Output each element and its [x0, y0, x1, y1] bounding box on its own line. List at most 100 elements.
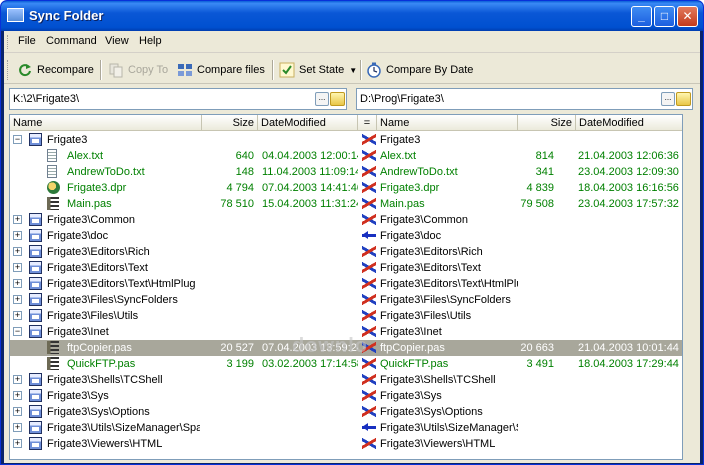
arrow-left-icon[interactable]: [362, 229, 376, 242]
title-bar[interactable]: Sync Folder _ □ ✕: [1, 1, 703, 31]
menu-file[interactable]: File: [18, 35, 36, 47]
folder-compare-icon: [29, 373, 42, 386]
table-row[interactable]: + Frigate3\Utils\SizeManager\Spa Frigate3\…: [10, 420, 682, 436]
menu-command[interactable]: Command: [46, 35, 97, 47]
sync-swap-icon[interactable]: [362, 389, 376, 402]
sync-swap-icon[interactable]: [362, 405, 376, 418]
table-row[interactable]: + Frigate3\Common Frigate3\Common: [10, 212, 682, 228]
sync-swap-icon[interactable]: [362, 309, 376, 322]
column-header-right-date[interactable]: DateModified: [576, 115, 682, 131]
sync-swap-icon[interactable]: [362, 261, 376, 274]
left-path-input[interactable]: K:\2\Frigate3\ ...: [9, 88, 347, 110]
table-row[interactable]: + Frigate3\Viewers\HTML Frigate3\Viewers\H…: [10, 436, 682, 452]
left-date: [262, 294, 358, 307]
sync-swap-icon[interactable]: [362, 357, 376, 370]
comparison-grid[interactable]: Name Size DateModified = Name Size DateM…: [9, 114, 683, 460]
expand-icon[interactable]: +: [13, 391, 22, 400]
right-browse-button[interactable]: ...: [661, 92, 675, 106]
client-area: File Command View Help Recompare Copy To: [4, 31, 700, 463]
maximize-button[interactable]: □: [654, 6, 675, 27]
expand-icon[interactable]: +: [13, 263, 22, 272]
left-size: 640: [235, 150, 254, 162]
sync-swap-icon[interactable]: [362, 293, 376, 306]
expand-icon[interactable]: +: [13, 231, 22, 240]
expand-icon[interactable]: +: [13, 279, 22, 288]
left-name: Frigate3\Inet: [47, 326, 109, 338]
menu-bar: File Command View Help: [4, 31, 700, 53]
folder-compare-icon: [29, 229, 42, 242]
column-header-right-size[interactable]: Size: [518, 115, 576, 131]
left-folder-icon[interactable]: [330, 92, 345, 106]
left-name: Frigate3\Shells\TCShell: [47, 374, 163, 386]
left-name: Frigate3\Files\Utils: [47, 310, 139, 322]
right-path-input[interactable]: D:\Prog\Frigate3\ ...: [356, 88, 693, 110]
column-header-left-size[interactable]: Size: [202, 115, 258, 131]
left-browse-button[interactable]: ...: [315, 92, 329, 106]
table-row[interactable]: + Frigate3\Shells\TCShell Frigate3\Shells\…: [10, 372, 682, 388]
compare-files-button[interactable]: Compare files: [177, 60, 265, 80]
recompare-button[interactable]: Recompare: [17, 60, 94, 80]
left-size: [202, 438, 254, 451]
table-row[interactable]: + Frigate3\doc Frigate3\doc: [10, 228, 682, 244]
expand-icon[interactable]: +: [13, 439, 22, 448]
arrow-left-icon[interactable]: [362, 421, 376, 434]
set-state-button[interactable]: Set State ▼: [279, 60, 357, 80]
menu-grip[interactable]: [7, 35, 10, 49]
dropdown-arrow-icon[interactable]: ▼: [349, 66, 357, 75]
table-row[interactable]: QuickFTP.pas 3 199 03.02.2003 17:14:58 Quic…: [10, 356, 682, 372]
right-date: [578, 134, 682, 147]
sync-swap-icon[interactable]: [362, 149, 376, 162]
column-header-right-name[interactable]: Name: [377, 115, 518, 131]
menu-view[interactable]: View: [105, 35, 129, 47]
toolbar-separator: [272, 60, 274, 80]
sync-swap-icon[interactable]: [362, 181, 376, 194]
column-header-left-date[interactable]: DateModified: [258, 115, 358, 131]
table-row[interactable]: + Frigate3\Editors\Rich Frigate3\Editors\R…: [10, 244, 682, 260]
sync-swap-icon[interactable]: [362, 245, 376, 258]
table-row[interactable]: Main.pas 78 510 15.04.2003 11:31:24 Main.pa…: [10, 196, 682, 212]
expand-icon[interactable]: +: [13, 215, 22, 224]
sync-swap-icon[interactable]: [362, 373, 376, 386]
table-row[interactable]: + Frigate3\Sys Frigate3\Sys: [10, 388, 682, 404]
folder-compare-icon: [29, 213, 42, 226]
right-date: [578, 262, 682, 275]
table-row[interactable]: + Frigate3\Editors\Text\HtmlPlug Frigate3\…: [10, 276, 682, 292]
table-row[interactable]: AndrewToDo.txt 148 11.04.2003 11:09:14 Andr…: [10, 164, 682, 180]
table-row[interactable]: − Frigate3 Frigate3: [10, 132, 682, 148]
folder-compare-icon: [29, 277, 42, 290]
right-date: [578, 374, 682, 387]
expand-icon[interactable]: +: [13, 423, 22, 432]
sync-swap-icon[interactable]: [362, 437, 376, 450]
expand-icon[interactable]: +: [13, 311, 22, 320]
toolbar-grip[interactable]: [7, 60, 10, 80]
column-header-state[interactable]: =: [358, 115, 377, 131]
project-file-icon: [47, 181, 60, 194]
pascal-file-icon: [47, 197, 59, 210]
table-row[interactable]: Frigate3.dpr 4 794 07.04.2003 14:41:46 Frig…: [10, 180, 682, 196]
sync-swap-icon[interactable]: [362, 277, 376, 290]
right-name: Frigate3\Sys: [380, 390, 442, 402]
menu-help[interactable]: Help: [139, 35, 162, 47]
table-row[interactable]: Alex.txt 640 04.04.2003 12:00:14 Alex.txt 81…: [10, 148, 682, 164]
sync-swap-icon[interactable]: [362, 165, 376, 178]
expand-icon[interactable]: +: [13, 295, 22, 304]
collapse-icon[interactable]: −: [13, 135, 22, 144]
table-row[interactable]: + Frigate3\Files\Utils Frigate3\Files\Util…: [10, 308, 682, 324]
minimize-button[interactable]: _: [631, 6, 652, 27]
right-folder-icon[interactable]: [676, 92, 691, 106]
sync-swap-icon[interactable]: [362, 197, 376, 210]
table-row[interactable]: + Frigate3\Editors\Text Frigate3\Editors\T…: [10, 260, 682, 276]
expand-icon[interactable]: +: [13, 407, 22, 416]
sync-swap-icon[interactable]: [362, 133, 376, 146]
copy-to-button[interactable]: Copy To: [108, 60, 168, 80]
sync-swap-icon[interactable]: [362, 213, 376, 226]
table-row[interactable]: + Frigate3\Files\SyncFolders Frigate3\File…: [10, 292, 682, 308]
folder-compare-icon: [29, 309, 42, 322]
table-row[interactable]: + Frigate3\Sys\Options Frigate3\Sys\Option…: [10, 404, 682, 420]
expand-icon[interactable]: +: [13, 375, 22, 384]
close-button[interactable]: ✕: [677, 6, 698, 27]
column-header-left-name[interactable]: Name: [10, 115, 202, 131]
compare-by-date-button[interactable]: Compare By Date: [366, 60, 473, 80]
collapse-icon[interactable]: −: [13, 327, 22, 336]
expand-icon[interactable]: +: [13, 247, 22, 256]
